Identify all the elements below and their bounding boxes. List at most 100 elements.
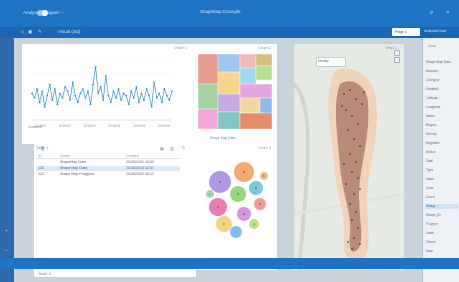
data-point xyxy=(64,85,66,88)
data-field-item[interactable]: Polygon xyxy=(426,222,458,227)
document-title: ShapeMap Example xyxy=(200,9,241,14)
map-legend[interactable]: Density xyxy=(316,57,346,67)
data-field-item[interactable]: Amount xyxy=(426,69,458,74)
data-field-item[interactable]: Count xyxy=(426,195,458,200)
data-point xyxy=(54,88,56,90)
data-point xyxy=(110,101,112,104)
map-point xyxy=(353,193,355,195)
column-header-name[interactable]: Name xyxy=(60,154,70,159)
map-point xyxy=(363,91,365,93)
data-point xyxy=(71,81,74,84)
chart-icon[interactable]: ▥ xyxy=(170,146,174,151)
table-row[interactable]: ShapeMap Data 2018/01/01 10:00 xyxy=(36,160,180,165)
data-field-item[interactable]: Density xyxy=(426,132,458,137)
grid-icon[interactable]: ▦ xyxy=(160,146,164,151)
treemap-tile xyxy=(197,108,219,130)
data-field-item[interactable]: Date xyxy=(426,249,458,254)
data-field-item[interactable]: Group xyxy=(426,204,458,209)
data-point xyxy=(76,101,79,104)
close-icon[interactable]: ✕ xyxy=(446,10,450,16)
table-row[interactable] xyxy=(36,178,180,183)
data-point xyxy=(155,96,158,99)
save-icon[interactable]: ▣ xyxy=(28,29,32,35)
column-header-created[interactable]: Created xyxy=(126,154,139,159)
data-point xyxy=(74,94,77,97)
home-label[interactable]: ··· xyxy=(60,10,65,15)
back-icon[interactable]: ◁ xyxy=(20,29,23,35)
map-point xyxy=(343,163,345,165)
app-menu-label[interactable]: Analysis Designer xyxy=(23,10,59,15)
x-tick-label: 2018/05 xyxy=(133,124,145,128)
data-field-item[interactable]: Owner xyxy=(426,240,458,245)
data-panel: Data Shape Map Data Amount Category Created… xyxy=(422,38,459,282)
data-point xyxy=(120,99,122,101)
zoom-out-button[interactable] xyxy=(394,57,400,63)
data-point xyxy=(140,92,143,95)
left-tool-strip: + − xyxy=(0,38,14,282)
line-chart-panel[interactable]: Chart 1 2018/01 2018/02 2018/03 2018/04 2018… xyxy=(22,44,194,144)
map-road xyxy=(294,82,310,270)
data-field-item[interactable]: Longitude xyxy=(426,105,458,110)
zoom-in-button[interactable] xyxy=(394,50,400,56)
data-field-item[interactable]: Zone xyxy=(426,186,458,191)
add-icon[interactable]: + xyxy=(5,228,8,233)
series-line xyxy=(31,66,173,107)
map-point xyxy=(347,129,349,131)
edit-icon[interactable]: ✎ xyxy=(38,29,42,35)
page-tab[interactable]: Page 1 xyxy=(392,28,420,36)
map-point xyxy=(355,161,357,163)
treemap-tile xyxy=(197,83,219,110)
column-header-id[interactable]: ID xyxy=(38,154,42,159)
table-cell: 2018/02/14 12:31 xyxy=(126,166,154,170)
data-field-item[interactable]: Type xyxy=(426,168,458,173)
map-panel[interactable]: Map 1 Density xyxy=(294,44,404,270)
data-point xyxy=(61,96,64,99)
treemap-panel[interactable]: Chart 2 Shape Map Data xyxy=(194,44,277,144)
bubble-panel[interactable]: Chart 3 ABCDEFGHIJKL xyxy=(194,144,277,270)
data-panel-header: Data xyxy=(428,44,436,48)
data-field-item[interactable]: Value xyxy=(426,177,458,182)
treemap-tile xyxy=(239,97,261,114)
density-map[interactable] xyxy=(294,44,404,270)
treemap-tile xyxy=(217,71,241,95)
map-point xyxy=(351,219,353,221)
data-field-item[interactable]: Shape Map Data xyxy=(426,60,458,65)
data-field-item[interactable]: Status xyxy=(426,150,458,155)
data-field-item[interactable]: Created xyxy=(426,87,458,92)
map-point xyxy=(353,237,355,239)
table-row[interactable]: 122 Shape Map Polygons 2018/03/02 08:12 xyxy=(36,172,180,177)
bubble-label: H xyxy=(259,202,261,206)
refresh-icon[interactable]: ↻ xyxy=(182,145,185,150)
map-point xyxy=(349,203,351,205)
data-point xyxy=(102,99,105,101)
data-point xyxy=(127,103,130,106)
data-field-item[interactable]: Region xyxy=(426,123,458,128)
data-point xyxy=(79,92,82,95)
data-field-item[interactable]: Latitude xyxy=(426,96,458,101)
map-point xyxy=(341,105,343,107)
right-tab-label[interactable]: Analysis Data xyxy=(424,29,446,33)
data-field-item[interactable]: Shape_ID xyxy=(426,213,458,218)
data-point xyxy=(150,105,153,108)
visual-toggle-label[interactable]: Visual (old) xyxy=(58,29,80,34)
x-tick-label: 2018/02 xyxy=(59,124,71,128)
table-row[interactable]: 120 Shape Map Data 2018/02/14 12:31 xyxy=(36,166,180,171)
delete-icon[interactable]: 🗑 xyxy=(40,146,45,151)
map-point xyxy=(355,211,357,213)
map-point xyxy=(357,227,359,229)
data-field-item[interactable]: Name xyxy=(426,114,458,119)
data-point xyxy=(104,74,107,77)
treemap-tile xyxy=(217,93,241,113)
table-footer-bar: Total: 3 xyxy=(34,268,196,277)
search-icon[interactable]: ⚲ xyxy=(430,10,433,16)
data-field-item[interactable]: Label xyxy=(426,231,458,236)
remove-icon[interactable]: − xyxy=(5,248,8,253)
table-cell: Shape Map Polygons xyxy=(60,172,95,176)
data-field-item[interactable]: Category xyxy=(426,78,458,83)
app-window: Analysis Designer ··· ShapeMap Example ⚲… xyxy=(0,0,459,282)
data-point xyxy=(31,92,33,95)
data-point xyxy=(94,65,97,68)
toolbar: ◁ ▣ ✎ Visual (old) Page 1 Analysis Data xyxy=(0,27,459,38)
data-field-item[interactable]: Segment xyxy=(426,141,458,146)
data-field-item[interactable]: Total xyxy=(426,159,458,164)
